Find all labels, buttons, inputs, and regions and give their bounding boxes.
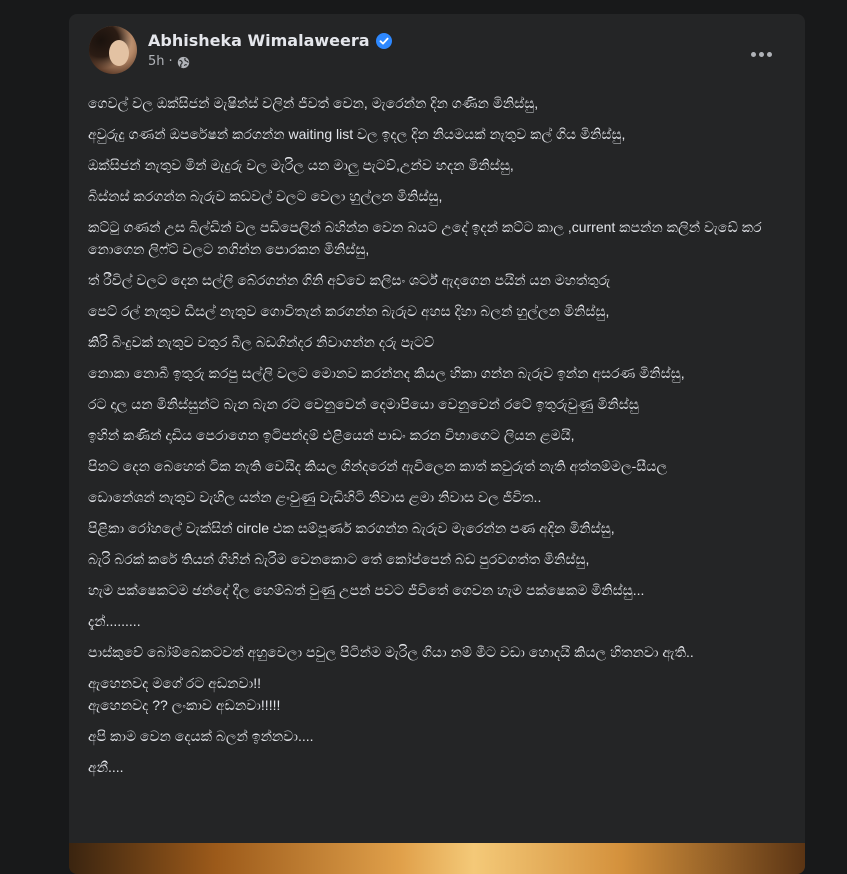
post-paragraph: කට්ටු ගණන් උස බිල්ඩින් වල පඩිපෙලින් බහින… bbox=[88, 219, 762, 257]
post-paragraph: ඩොනේශන් නැතුව වැහිල යන්න ළංවුණු වැඩිහිටි… bbox=[88, 489, 542, 505]
post-paragraph: ඔක්සිජන් නැතුව මින් මැදුරු වල මැරිල යන ම… bbox=[88, 157, 514, 173]
post-paragraph: ගෙවල් වල ඔක්සිජන් මැෂින්ස් වලින් ජීවත් ව… bbox=[88, 95, 539, 111]
post-paragraph: බිස්නස් කරගන්න බැරුව කඩවල් වලට වෙලා හුල්… bbox=[88, 188, 443, 204]
post-paragraph: පිළිකා රෝහලේ වැක්සින් circle එක සම්පූර්ණ… bbox=[88, 520, 615, 536]
post-paragraph: අපි කාම වෙන දෙයක් බලන් ඉන්නවා.... bbox=[88, 728, 314, 744]
post-paragraph: රට දාල යන මිනිස්සුන්ට බැන බැන රට වෙනුවෙන… bbox=[88, 396, 639, 412]
post-paragraph: නොකා නොබී ඉතුරු කරපු සල්ලි වලට මොනව කරන්… bbox=[88, 365, 685, 381]
post-body: ගෙවල් වල ඔක්සිජන් මැෂින්ස් වලින් ජීවත් ව… bbox=[88, 92, 788, 787]
post-paragraph: අනී.... bbox=[88, 759, 124, 775]
post-paragraph: පාස්කුවේ බෝම්බෙකටවත් අහුවෙලා පවුල පිටින්… bbox=[88, 644, 694, 660]
avatar-face bbox=[109, 40, 129, 66]
post-paragraph: කිරි බිංදුවක් නැතුව වතුර බීල බඩගින්දර නි… bbox=[88, 334, 435, 350]
verified-badge-icon bbox=[375, 33, 392, 49]
post-paragraph: පිනට දෙන බෙහෙත් ටික නැති වෙයිද කියල ගින්… bbox=[88, 458, 668, 474]
post-header: Abhisheka Wimalaweera 5h · bbox=[69, 14, 805, 84]
meta-separator: · bbox=[168, 54, 173, 69]
post-paragraph: පෙට් රල් නැතුව ඩීසල් නැතුව ගොවිතැන් කරගන… bbox=[88, 303, 610, 319]
more-options-icon bbox=[750, 51, 756, 57]
author-row: Abhisheka Wimalaweera bbox=[148, 31, 392, 51]
post-meta: 5h · bbox=[148, 54, 190, 70]
author-name[interactable]: Abhisheka Wimalaweera bbox=[148, 31, 370, 51]
post-card: Abhisheka Wimalaweera 5h · ගෙවල් වල ඔක්ස… bbox=[69, 14, 805, 874]
more-options-dot bbox=[766, 51, 772, 57]
post-paragraph: අවුරුදු ගණන් ඔපරේෂන් කරගන්න waiting list… bbox=[88, 126, 626, 142]
post-timestamp[interactable]: 5h bbox=[148, 54, 165, 70]
post-paragraph: ඇහෙනවද මගේ රට අඩනවා!! ඇහෙනවද ?? ලංකාව අඩ… bbox=[88, 675, 281, 713]
post-paragraph: දැන්......... bbox=[88, 613, 141, 629]
post-paragraph: බැරි බරක් කරේ තියන් ගිහින් බැරිම වෙනකොට … bbox=[88, 551, 590, 567]
more-options-button[interactable] bbox=[743, 36, 779, 72]
post-image[interactable] bbox=[69, 843, 805, 874]
avatar[interactable] bbox=[89, 26, 137, 74]
globe-icon[interactable] bbox=[177, 56, 190, 69]
post-paragraph: ඉහින් කණින් දාඩිය පෙරාගෙන ඉටිපන්දම් එළිය… bbox=[88, 427, 575, 443]
more-options-dot bbox=[758, 51, 764, 57]
post-paragraph: ත් රීවිල් වලට දෙන සල්ලි බේරගන්න ගිනි අව්… bbox=[88, 272, 611, 288]
post-paragraph: හැම පක්ෂෙකටම ඡන්දේ දීල හෙම්බත් වුණු උපන්… bbox=[88, 582, 645, 598]
